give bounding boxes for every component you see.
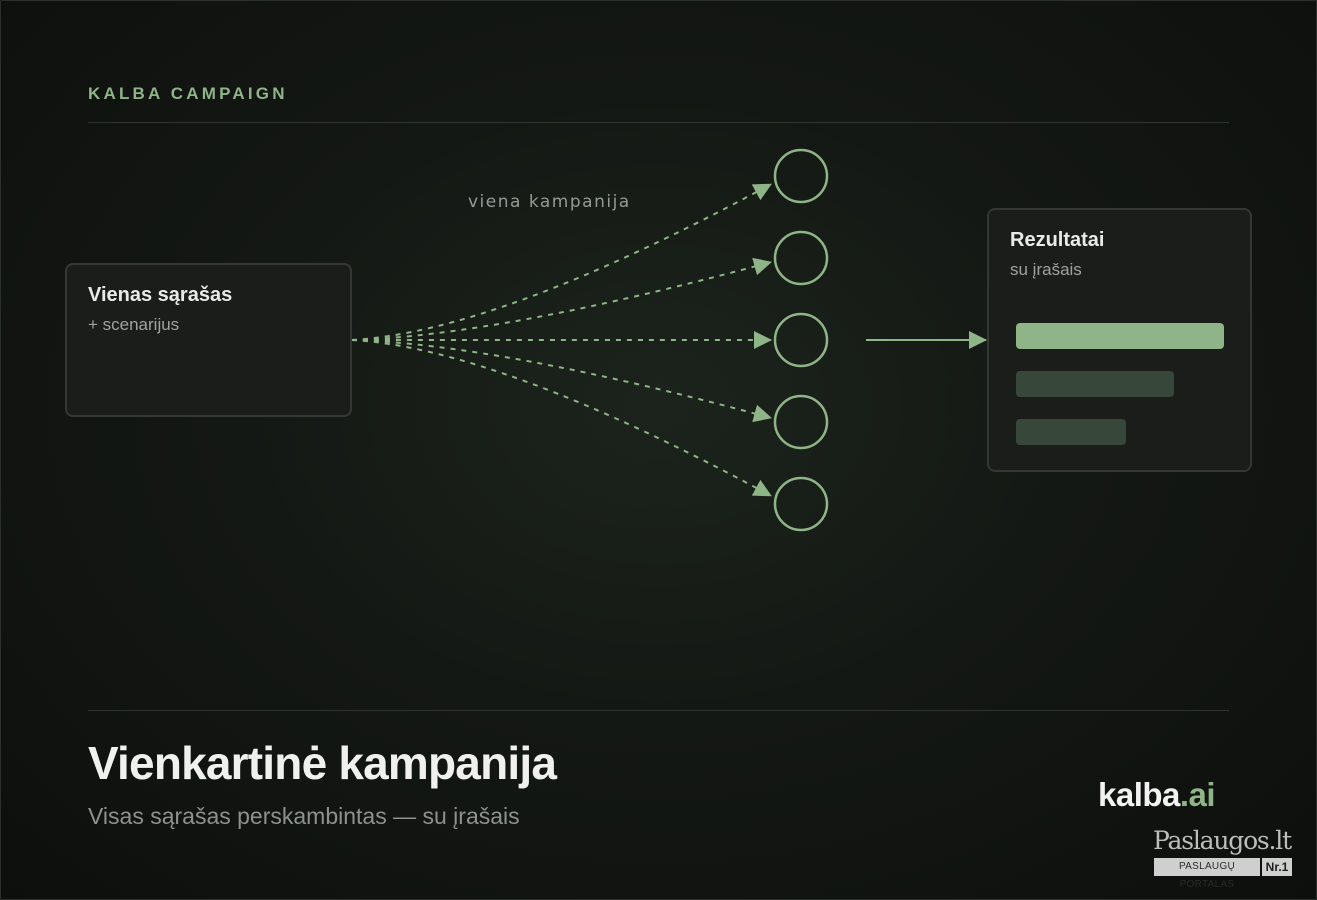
call-node-2 (773, 230, 829, 286)
slide-subtitle: Visas sąrašas perskambintas — su įrašais (88, 803, 520, 829)
result-bar-1 (1016, 323, 1224, 349)
kalba-logo: kalba.ai (1098, 776, 1216, 814)
source-list-card: Vienas sąrašas + scenarijus (65, 263, 352, 417)
slide-title: Vienkartinė kampanija (88, 737, 557, 789)
call-nodes (773, 148, 829, 532)
results-card-subtitle: su įrašais (1010, 260, 1082, 279)
source-card-subtitle: + scenarijus (88, 315, 180, 334)
logo-tld: .ai (1179, 776, 1216, 813)
paslaugos-badge: Paslaugos.lt PASLAUGŲ PORTALAS Nr.1 (1152, 826, 1292, 890)
badge-rank: Nr.1 (1262, 858, 1292, 876)
flow-label: viena kampanija (468, 192, 631, 212)
results-card: Rezultatai su įrašais (987, 208, 1252, 472)
results-card-title: Rezultatai (1010, 229, 1105, 251)
call-node-4 (773, 394, 829, 450)
call-node-1 (773, 148, 829, 204)
result-bar-2 (1016, 371, 1174, 397)
call-node-3 (773, 312, 829, 368)
bottom-divider (88, 710, 1229, 711)
fan-arrow-5 (351, 339, 772, 497)
logo-brand: kalba (1098, 776, 1180, 813)
fan-arrow-2 (351, 257, 772, 341)
fan-arrow-4 (351, 339, 772, 423)
result-bar-3 (1016, 419, 1126, 445)
source-card-title: Vienas sąrašas (88, 284, 233, 306)
badge-name: Paslaugos.lt (1153, 826, 1292, 855)
badge-tagline: PASLAUGŲ PORTALAS (1154, 858, 1260, 890)
fan-out-arrows (351, 183, 772, 497)
call-node-5 (773, 476, 829, 532)
